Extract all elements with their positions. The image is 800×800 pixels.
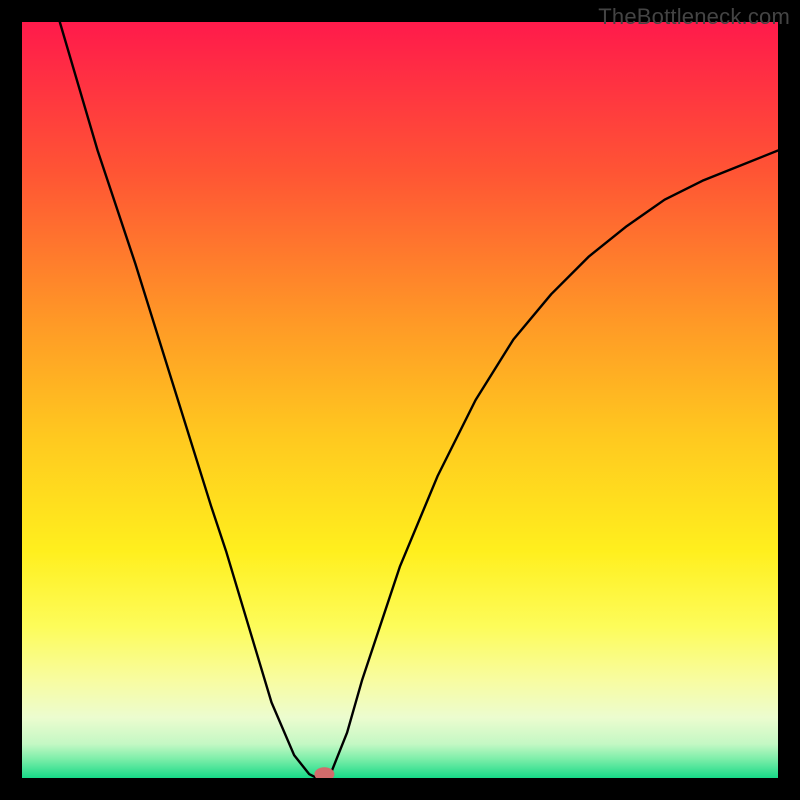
gradient-background (22, 22, 778, 778)
chart-container: { "watermark": "TheBottleneck.com", "cha… (0, 0, 800, 800)
watermark-text: TheBottleneck.com (598, 4, 790, 30)
plot-svg (22, 22, 778, 778)
bottleneck-plot (22, 22, 778, 778)
